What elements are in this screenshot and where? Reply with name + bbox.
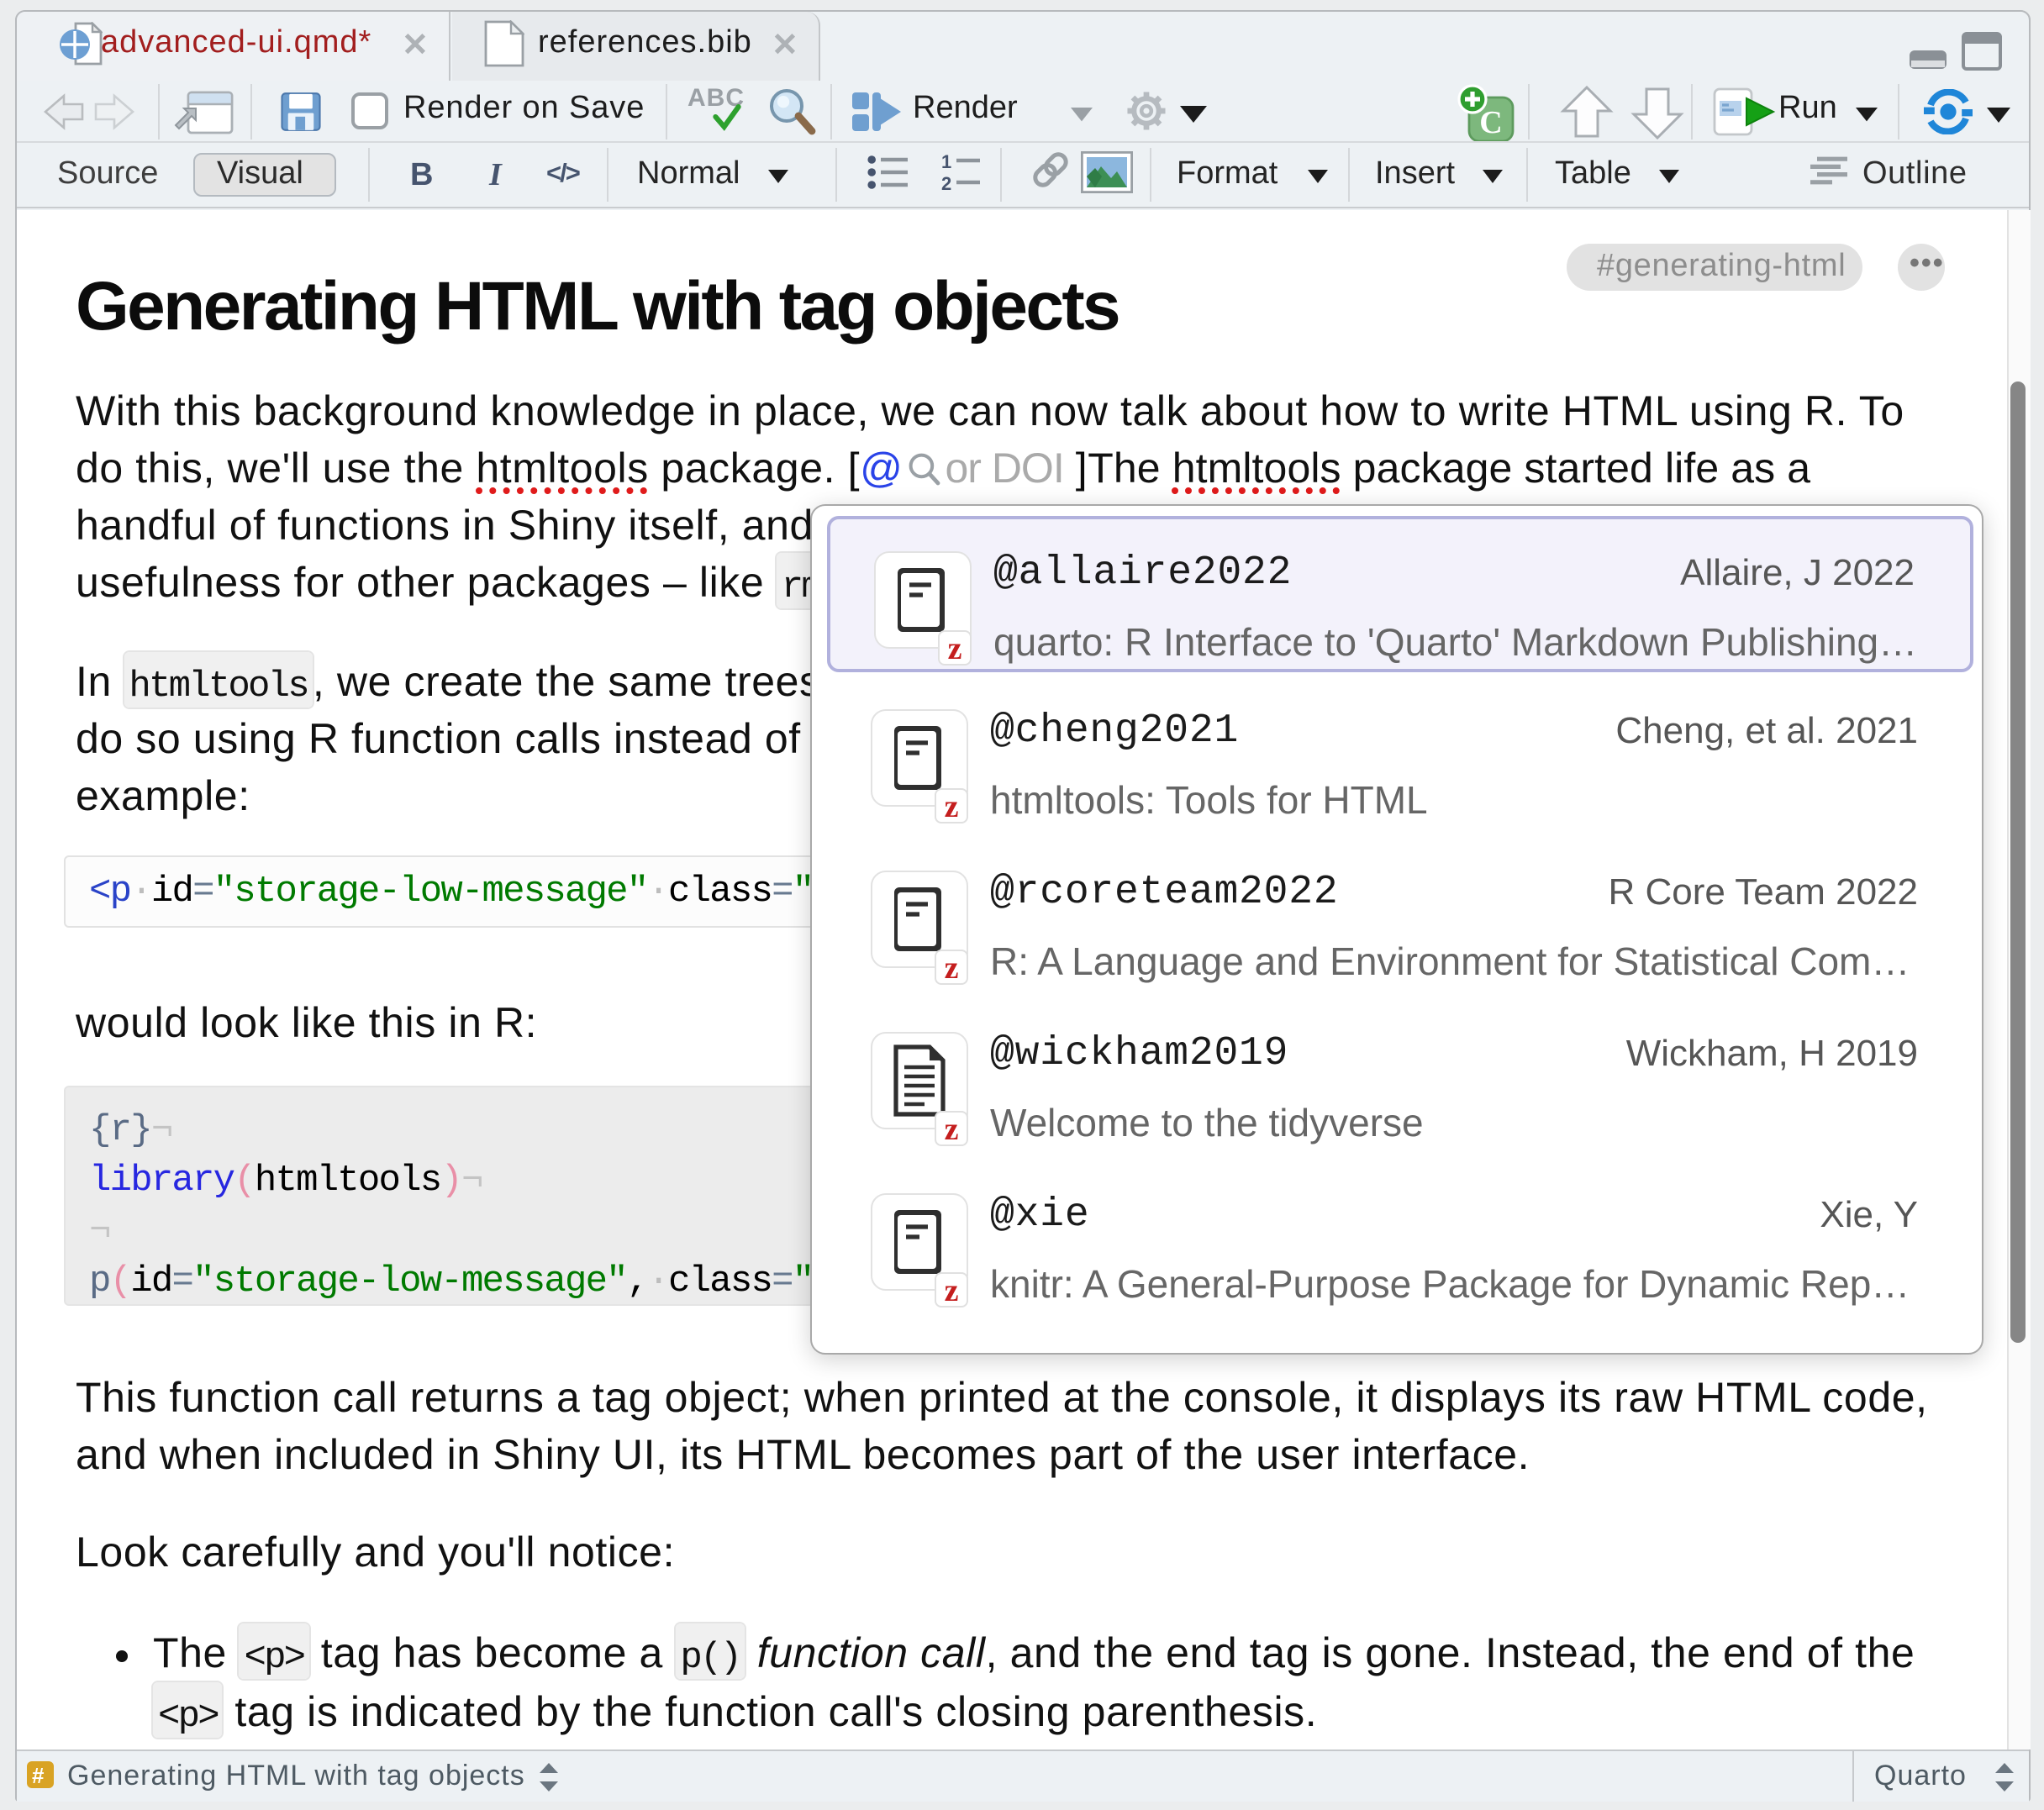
svg-text:2: 2 <box>941 173 951 192</box>
svg-text:C: C <box>1479 105 1502 140</box>
svg-text:1: 1 <box>941 153 951 172</box>
